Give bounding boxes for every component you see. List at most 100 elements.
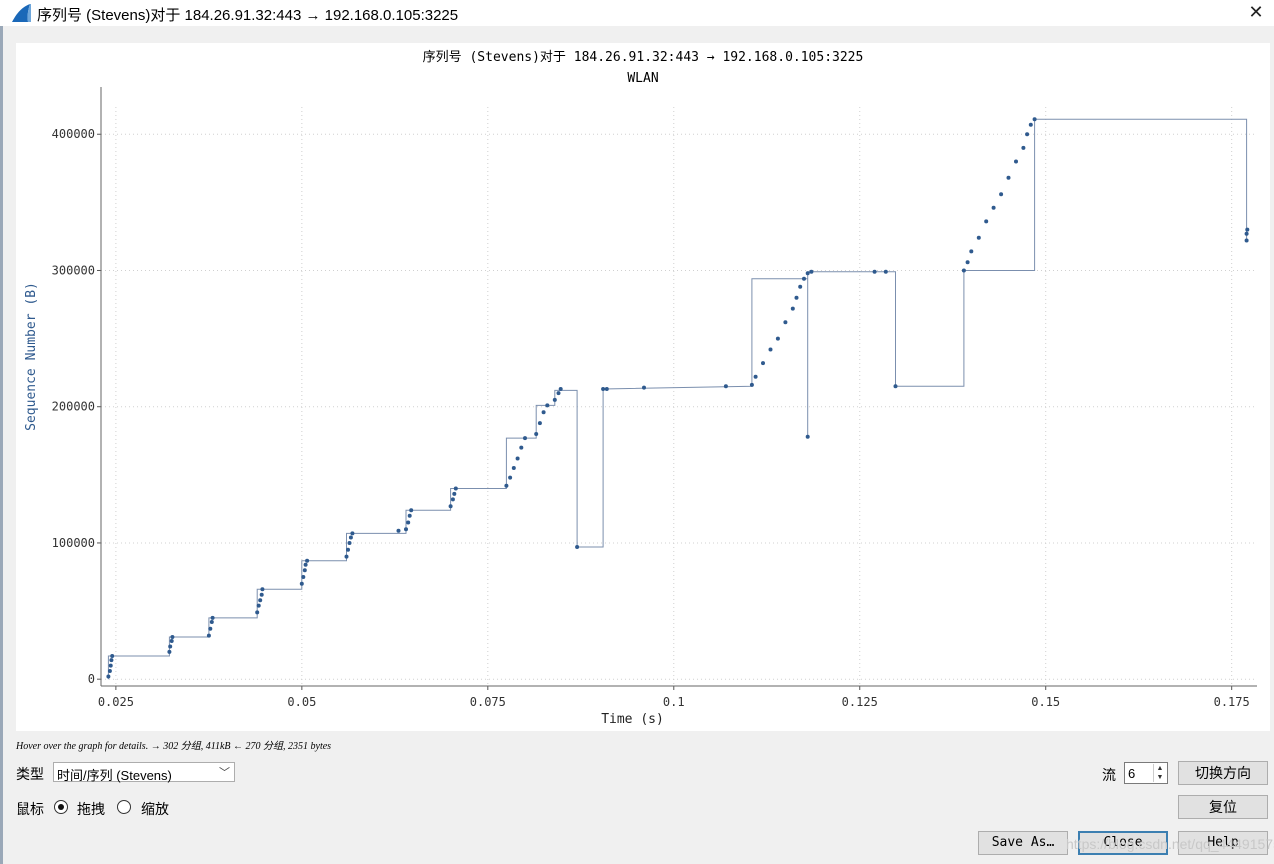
data-point [1014, 159, 1018, 164]
data-point [350, 531, 355, 536]
data-point [1244, 231, 1249, 236]
data-point [805, 271, 810, 276]
data-point [768, 347, 773, 352]
data-point [1006, 175, 1011, 180]
help-button[interactable]: Help [1178, 831, 1268, 855]
data-point [794, 295, 799, 300]
data-point [109, 658, 114, 663]
data-point [999, 192, 1004, 197]
stream-value: 6 [1128, 766, 1136, 781]
save-as-button[interactable]: Save As… [978, 831, 1068, 855]
data-point [344, 554, 349, 559]
data-point [519, 445, 524, 450]
type-select[interactable]: 时间/序列 (Stevens) ﹀ [53, 762, 235, 783]
reset-button[interactable]: 复位 [1178, 795, 1268, 819]
switch-direction-button[interactable]: 切换方向 [1178, 761, 1268, 785]
spin-up-icon[interactable]: ▲ [1154, 764, 1166, 773]
data-point [523, 436, 527, 441]
data-point [515, 456, 520, 461]
data-point [396, 528, 401, 533]
data-point [305, 558, 310, 563]
data-point [348, 535, 353, 540]
data-point [106, 674, 111, 679]
data-point [260, 587, 265, 592]
data-point [1032, 117, 1037, 122]
type-select-value: 时间/序列 (Stevens) [57, 768, 172, 783]
zoom-radio[interactable] [117, 800, 131, 814]
data-point [110, 654, 115, 658]
data-point [749, 382, 754, 387]
stream-spinbox[interactable]: 6 ▲ ▼ [1124, 762, 1168, 784]
data-point [1021, 145, 1026, 150]
graph-area[interactable]: 序列号 (Stevens)对于 184.26.91.32:443 → 192.1… [16, 43, 1270, 731]
data-point [976, 235, 981, 240]
data-point [1245, 227, 1250, 232]
data-point [805, 434, 810, 439]
window-title: 序列号 (Stevens)对于 184.26.91.32:443 → 192.1… [37, 7, 459, 24]
data-point [511, 466, 516, 470]
data-point [790, 306, 795, 311]
data-point [208, 626, 213, 631]
data-point [209, 620, 214, 624]
data-point [991, 205, 996, 210]
data-point [601, 387, 606, 391]
data-point [210, 615, 215, 620]
data-point [347, 541, 352, 545]
data-point [452, 491, 457, 496]
x-tick-label: 0.15 [1031, 695, 1060, 709]
data-point [761, 361, 765, 366]
data-point [809, 269, 814, 274]
data-point [556, 391, 561, 396]
data-point [775, 336, 780, 341]
spin-down-icon[interactable]: ▼ [1154, 773, 1166, 782]
close-window-icon[interactable]: ✕ [1246, 2, 1266, 22]
data-point [169, 639, 174, 643]
data-point [406, 520, 411, 525]
sequence-plot[interactable]: 0.025 0.05 0.075 0.1 0.125 0.15 0.175 0 100000 20… [16, 43, 1270, 731]
data-point [965, 260, 970, 265]
data-point [753, 374, 758, 379]
data-point [301, 575, 306, 579]
x-tick-label: 0.125 [842, 695, 878, 709]
data-point [303, 562, 308, 567]
window-edge [0, 26, 3, 864]
wireshark-fin-icon [12, 4, 31, 22]
type-label: 类型 [16, 766, 44, 782]
data-point [504, 483, 509, 488]
data-point [206, 633, 211, 638]
data-point [448, 504, 453, 509]
data-point [642, 385, 646, 390]
data-point [299, 581, 304, 586]
data-point [604, 387, 609, 391]
data-point [170, 635, 175, 639]
data-point [508, 475, 513, 480]
data-point [404, 527, 408, 532]
data-point [545, 403, 550, 408]
data-point [167, 649, 172, 654]
data-point [107, 669, 112, 673]
data-point [453, 486, 458, 491]
data-point [575, 545, 580, 549]
data-point [302, 568, 307, 573]
data-point [108, 663, 113, 668]
data-point [1244, 238, 1249, 243]
data-point [450, 497, 455, 502]
data-point [984, 219, 989, 224]
series-connector-line [107, 118, 1248, 680]
x-axis-label: Time (s) [601, 712, 664, 727]
data-point [883, 269, 888, 274]
window-title-bar: 序列号 (Stevens)对于 184.26.91.32:443 → 192.1… [0, 0, 1274, 26]
data-point [255, 610, 260, 615]
drag-label: 拖拽 [77, 801, 105, 817]
y-tick-label: 200000 [52, 400, 95, 414]
mouse-label: 鼠标 [16, 801, 44, 817]
x-tick-label: 0.175 [1214, 695, 1250, 709]
y-tick-label: 100000 [52, 536, 95, 550]
data-point [893, 384, 898, 389]
close-button[interactable]: Close [1078, 831, 1168, 855]
data-point [802, 276, 806, 281]
data-point [346, 547, 350, 552]
drag-radio[interactable] [54, 800, 68, 814]
data-point [1025, 132, 1030, 137]
hover-hint: Hover over the graph for details. → 302 … [16, 741, 332, 752]
